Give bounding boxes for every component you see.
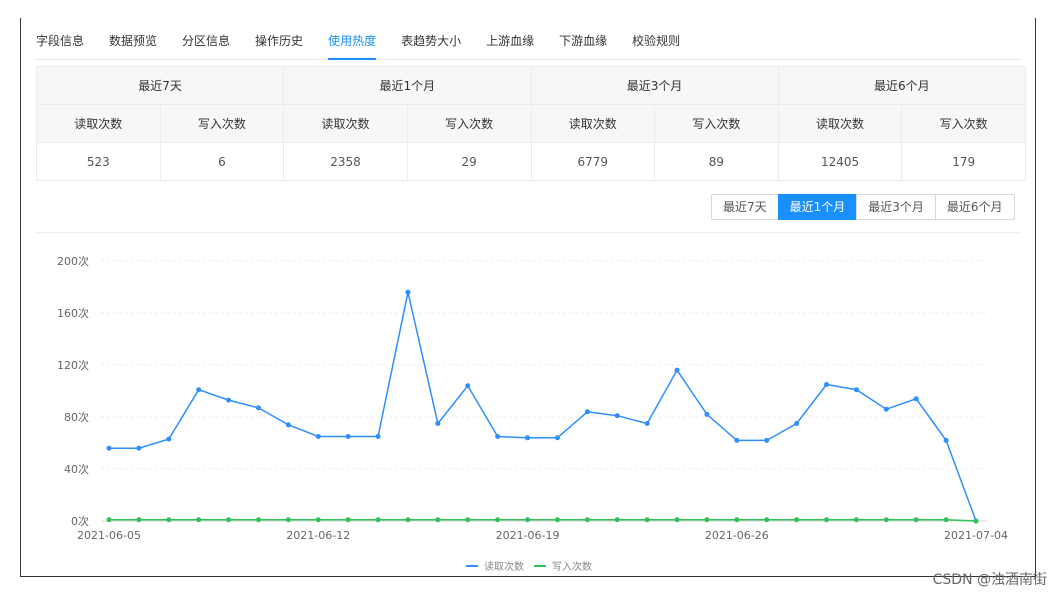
read-data-point [824, 382, 830, 387]
usage-line-chart: 0次 40次 80次 120次 160次 200次 2021-06-05 2021-06-12… [57, 254, 1008, 542]
write-data-point [853, 517, 859, 523]
write-data-point [405, 517, 411, 523]
read-data-point [554, 435, 560, 441]
write-data-point [734, 517, 740, 523]
write-data-point [465, 517, 471, 523]
y-tick-label: 80次 [64, 410, 89, 424]
write-data-point [943, 517, 949, 523]
write-data-point [285, 517, 291, 523]
y-tick-label: 0次 [71, 514, 89, 528]
write-data-point [375, 517, 381, 523]
y-tick-label: 160次 [57, 306, 89, 320]
write-data-point [704, 517, 710, 523]
x-tick-label: 2021-06-12 [286, 529, 350, 542]
write-data-point [196, 517, 202, 523]
read-data-point [106, 445, 112, 451]
y-tick-label: 120次 [57, 358, 89, 372]
read-data-point [943, 437, 949, 443]
read-data-point [136, 445, 142, 451]
read-data-point [614, 413, 620, 419]
write-data-point [644, 517, 650, 523]
write-data-point [554, 517, 560, 523]
write-data-point [435, 517, 441, 523]
write-data-point [315, 517, 321, 523]
legend-label-write: 写入次数 [552, 562, 592, 573]
write-swatch [534, 564, 546, 567]
read-swatch [466, 564, 478, 567]
read-data-point [435, 421, 441, 426]
write-data-point [824, 517, 830, 523]
write-data-point [764, 517, 770, 523]
write-data-point [226, 517, 232, 523]
read-data-point [913, 396, 919, 402]
write-data-point [674, 517, 680, 523]
read-series-line [109, 292, 977, 522]
legend-label-read: 读取次数 [484, 562, 524, 573]
write-data-point [106, 517, 112, 523]
read-data-point [704, 411, 710, 417]
read-data-point [405, 289, 411, 295]
write-data-point [584, 517, 590, 523]
watermark: CSDN @浊酒南街 [932, 572, 1047, 588]
write-data-point [255, 517, 261, 523]
read-data-point [255, 405, 261, 411]
read-data-point [285, 422, 291, 428]
read-data-point [495, 434, 501, 439]
read-data-point [734, 437, 740, 443]
read-data-point [525, 435, 531, 441]
read-data-point [794, 421, 800, 426]
y-tick-label: 40次 [64, 462, 89, 476]
x-tick-label: 2021-06-19 [496, 529, 560, 542]
read-data-point [674, 367, 680, 373]
legend-item-write[interactable]: 写入次数 [534, 558, 592, 573]
content-panel: 字段信息 数据预览 分区信息 操作历史 使用热度 表趋势大小 上游血缘 下游血缘… [20, 18, 1036, 577]
write-data-point [495, 517, 501, 523]
write-data-point [136, 517, 142, 523]
y-tick-label: 200次 [57, 254, 89, 268]
write-data-point [614, 517, 620, 523]
read-data-point [196, 387, 202, 393]
x-tick-label: 2021-06-26 [705, 529, 769, 542]
read-data-point [465, 383, 471, 389]
legend-item-read[interactable]: 读取次数 [466, 558, 524, 573]
read-data-point [883, 406, 889, 412]
read-data-point [375, 434, 381, 439]
read-data-point [166, 436, 172, 442]
write-data-point [525, 517, 531, 523]
write-data-point [794, 517, 800, 523]
read-data-point [315, 434, 321, 439]
write-data-point [166, 517, 172, 523]
read-data-point [644, 421, 650, 426]
read-data-point [764, 437, 770, 443]
read-data-point [226, 397, 232, 403]
x-tick-label: 2021-07-04 [944, 529, 1008, 542]
write-data-point [913, 517, 919, 523]
write-data-point [345, 517, 351, 523]
chart-legend: 读取次数 写入次数 [466, 558, 602, 573]
read-data-point [345, 434, 351, 439]
read-data-point [853, 387, 859, 393]
write-data-point [973, 518, 979, 524]
write-data-point [883, 517, 889, 523]
read-data-point [584, 409, 590, 415]
x-tick-label: 2021-06-05 [77, 529, 141, 542]
